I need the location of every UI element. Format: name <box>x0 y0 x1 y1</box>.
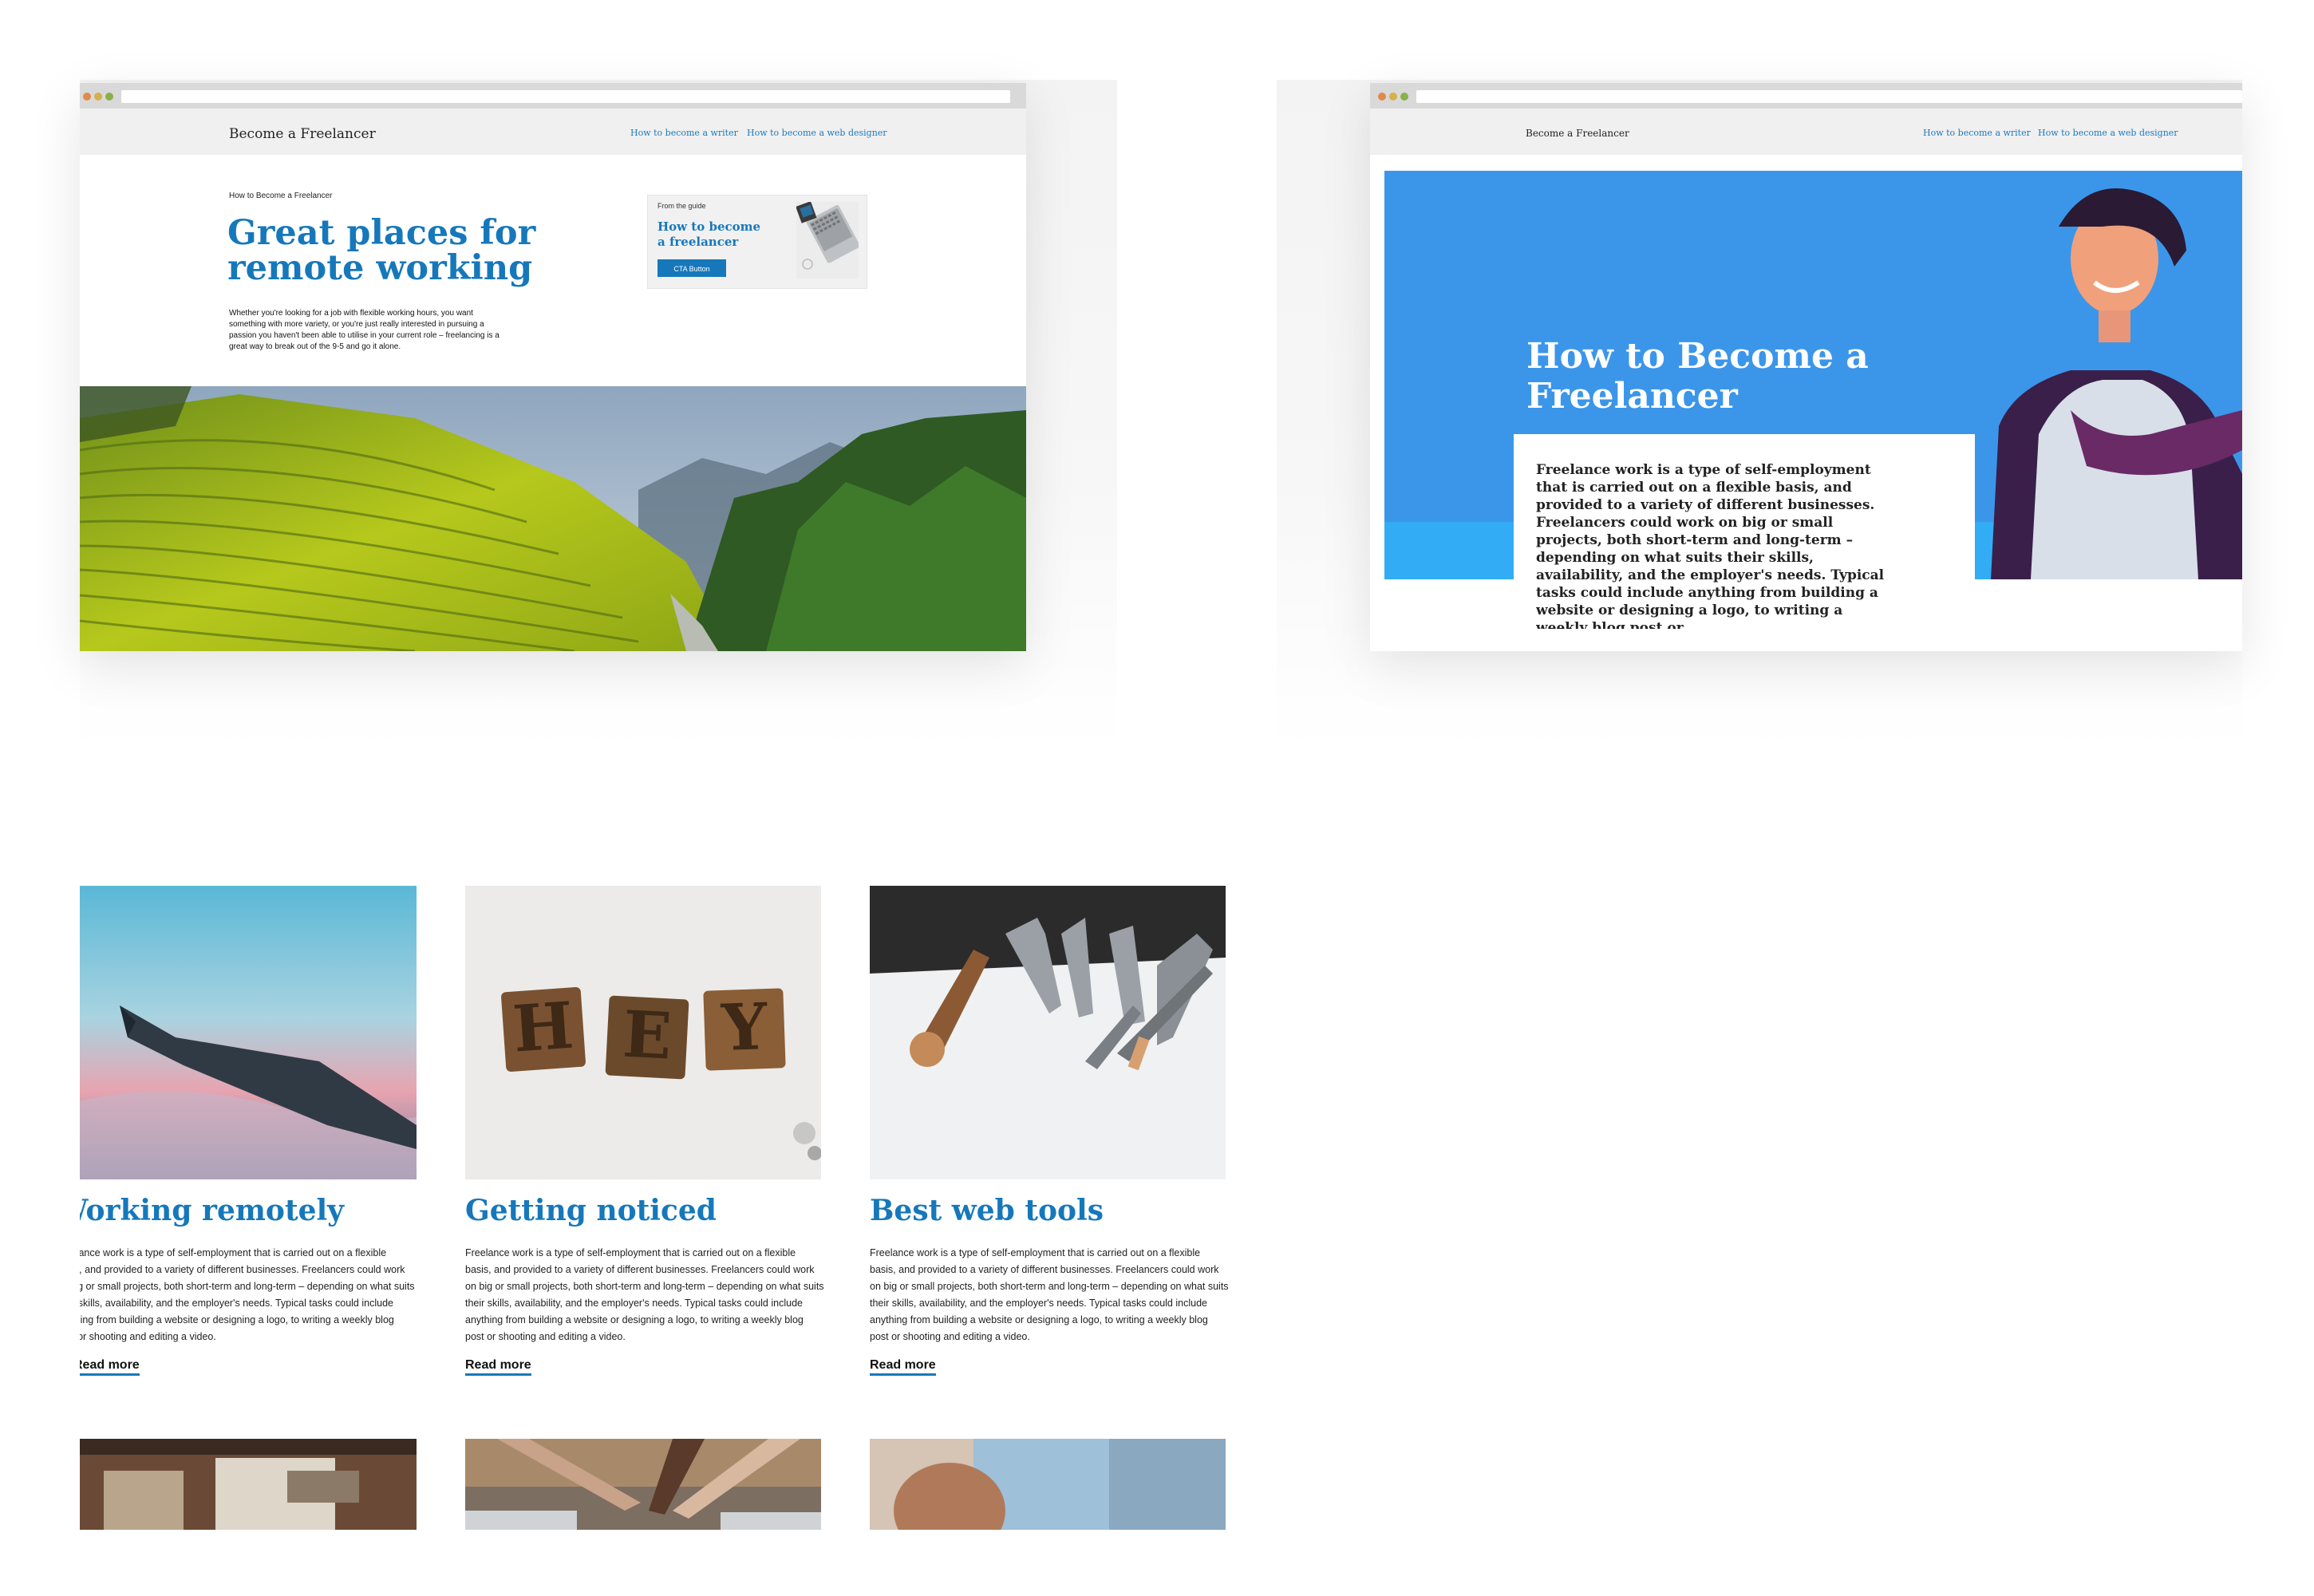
tools-image <box>870 886 1226 1179</box>
article-card-3: Best web tools Freelance work is a type … <box>870 886 1237 1396</box>
browser-chrome <box>1370 83 2242 109</box>
person-working-image <box>870 1439 1226 1530</box>
guide-card[interactable]: From the guide How to become a freelance… <box>647 195 867 289</box>
card-title[interactable]: Best web tools <box>870 1194 1104 1227</box>
intro-text: Whether you're looking for a job with fl… <box>229 309 500 351</box>
nav-link-web-designer[interactable]: How to become a web designer <box>2038 128 2178 138</box>
maximize-dot-icon[interactable] <box>1400 93 1408 101</box>
card-body: Freelance work is a type of self-employm… <box>465 1247 824 1342</box>
article-card-2: H E Y Getting noticed Freelance work is … <box>465 886 832 1396</box>
nav-link-writer[interactable]: How to become a writer <box>1923 128 2031 138</box>
minimize-dot-icon[interactable] <box>1389 93 1397 101</box>
card-title[interactable]: Getting noticed <box>465 1194 717 1227</box>
card-title[interactable]: Working remotely <box>80 1194 344 1227</box>
close-dot-icon[interactable] <box>1378 93 1386 101</box>
nav-link-writer[interactable]: How to become a writer <box>630 128 738 138</box>
laptop-thumbnail-image <box>796 202 859 279</box>
card-body: Freelance work is a type of self-employm… <box>80 1247 415 1342</box>
maximize-dot-icon[interactable] <box>105 93 113 101</box>
address-bar[interactable] <box>1416 90 2242 103</box>
brand-logo[interactable]: Become a Freelancer <box>229 126 376 142</box>
cta-button[interactable]: CTA Button <box>657 259 726 277</box>
breadcrumb: How to Become a Freelancer <box>229 192 333 200</box>
hero-title: How to Become a Freelancer <box>1526 336 1869 417</box>
site-nav: Become a Freelancer How to become a writ… <box>80 109 1026 155</box>
browser-chrome <box>80 83 1026 109</box>
hey-letterblocks-image: H E Y <box>465 886 821 1179</box>
svg-text:H: H <box>511 987 576 1066</box>
rice-terrace-banner-image <box>80 386 1026 651</box>
hero-text-card: Freelance work is a type of self-employm… <box>1514 434 1975 651</box>
office-interior-image <box>80 1439 417 1530</box>
close-dot-icon[interactable] <box>83 93 91 101</box>
page-title: Great places for remote working <box>227 213 536 288</box>
airplane-wing-image <box>80 886 417 1179</box>
article-card-1: Working remotely Freelance work is a typ… <box>80 886 423 1396</box>
read-more-link[interactable]: Read more <box>465 1358 531 1376</box>
card-body: Freelance work is a type of self-employm… <box>870 1247 1229 1342</box>
read-more-link[interactable]: Read more <box>870 1358 936 1376</box>
read-more-link[interactable]: Read more <box>80 1358 140 1376</box>
address-bar[interactable] <box>121 90 1010 103</box>
svg-text:E: E <box>621 996 673 1073</box>
guide-tag: From the guide <box>657 202 706 210</box>
minimize-dot-icon[interactable] <box>94 93 102 101</box>
right-browser-window: Become a Freelancer How to become a writ… <box>1370 83 2242 651</box>
left-browser-window: Become a Freelancer How to become a writ… <box>80 83 1026 651</box>
hero-body-text: Freelance work is a type of self-employm… <box>1536 462 1885 629</box>
guide-title[interactable]: How to become a freelancer <box>657 219 761 250</box>
nav-link-web-designer[interactable]: How to become a web designer <box>747 128 887 138</box>
brand-logo[interactable]: Become a Freelancer <box>1526 128 1629 139</box>
svg-text:Y: Y <box>720 989 769 1065</box>
teamwork-hands-image <box>465 1439 821 1530</box>
site-nav: Become a Freelancer How to become a writ… <box>1370 109 2242 155</box>
